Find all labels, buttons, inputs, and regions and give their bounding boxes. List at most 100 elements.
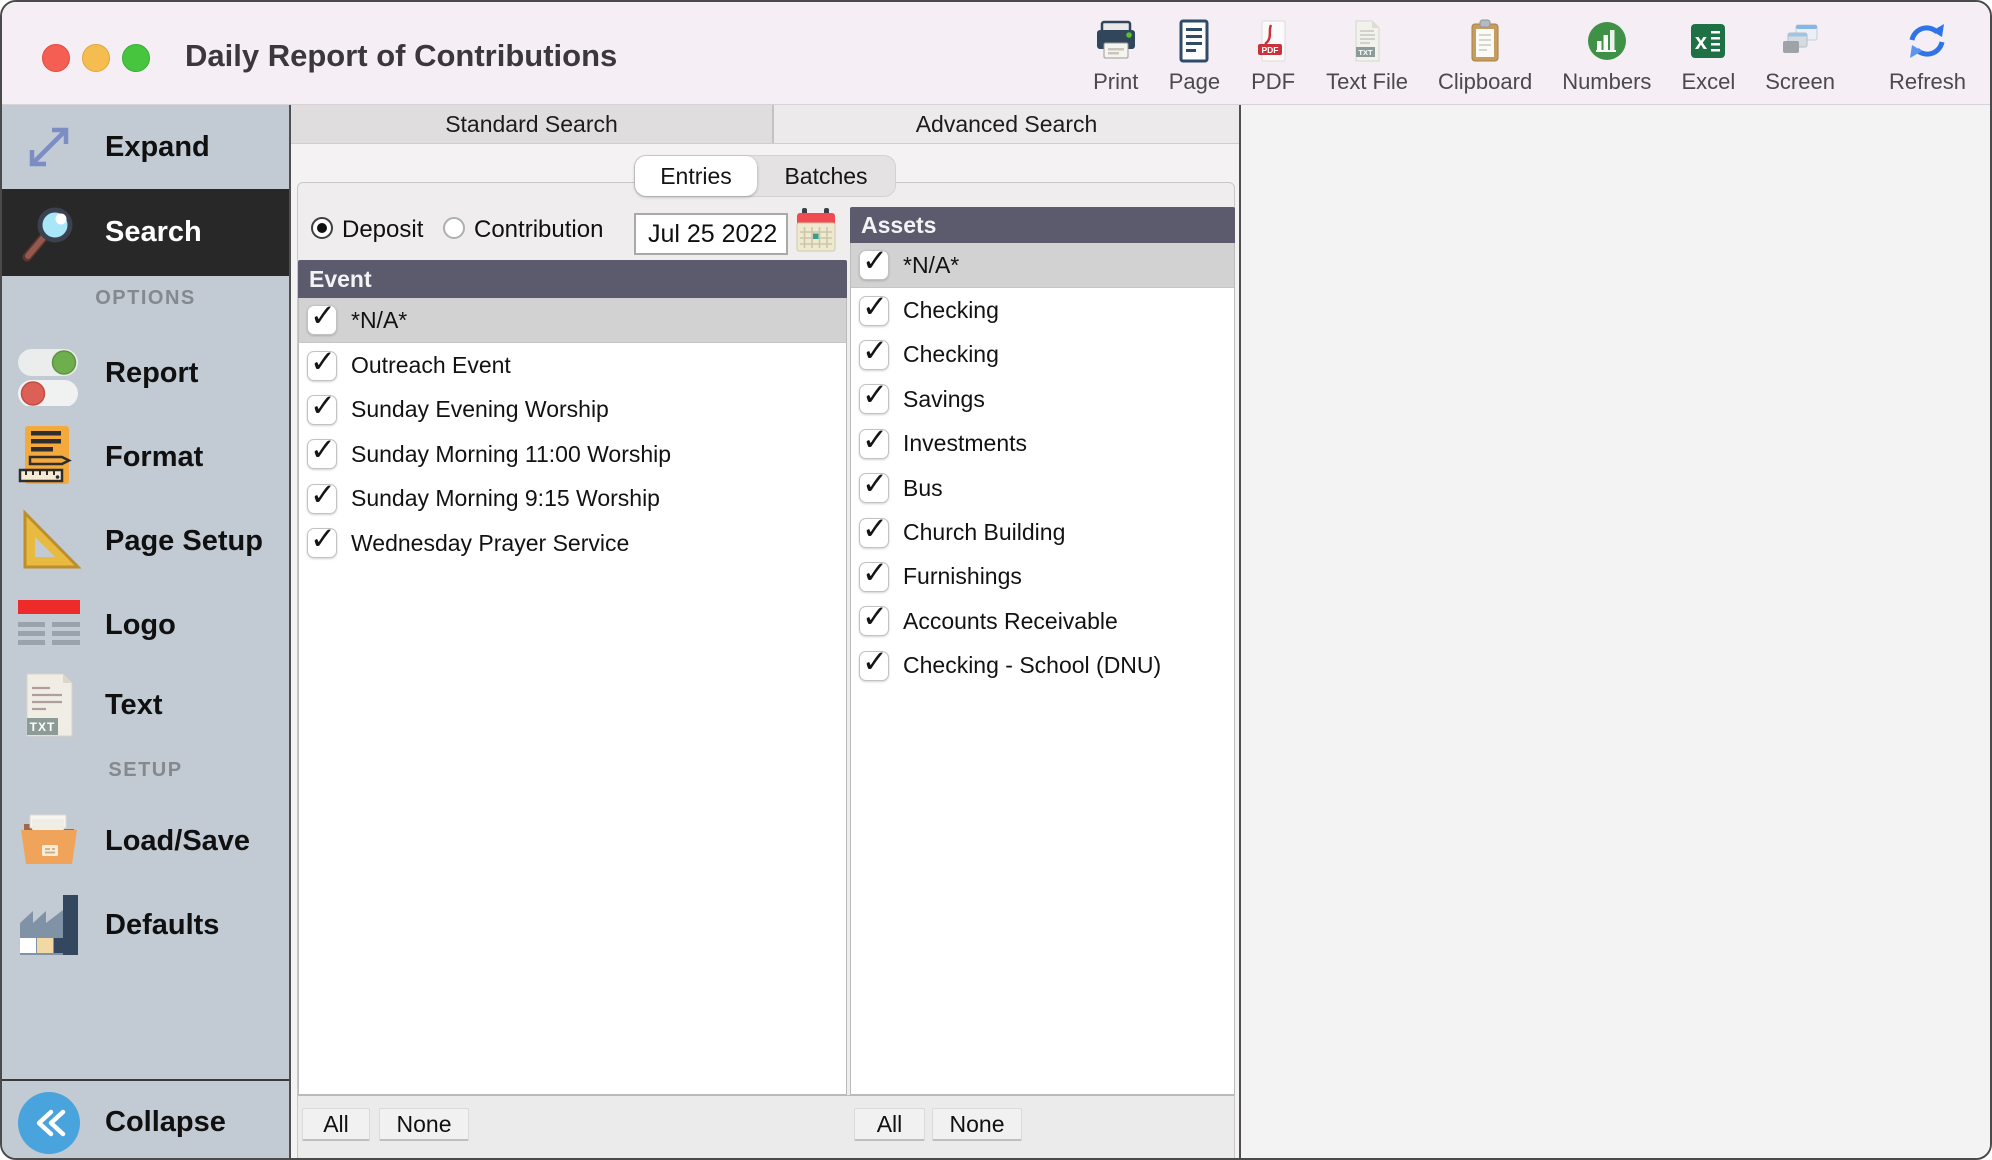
- item-checkbox[interactable]: [859, 606, 889, 636]
- sidebar-item-collapse[interactable]: Collapse: [2, 1083, 289, 1160]
- item-label: Sunday Evening Worship: [351, 396, 609, 423]
- sidebar-section-options: OPTIONS: [2, 287, 289, 310]
- advanced-search-panel: Deposit Contribution: [297, 182, 1235, 1160]
- report-preview-panel: [1239, 105, 1992, 1160]
- assets-select-all-button[interactable]: All: [854, 1108, 925, 1141]
- item-checkbox[interactable]: [307, 305, 337, 335]
- tab-label: Advanced Search: [916, 111, 1098, 138]
- sidebar-item-search[interactable]: Search: [2, 189, 289, 276]
- tool-label: Text File: [1326, 69, 1408, 95]
- list-item[interactable]: Outreach Event: [299, 343, 846, 387]
- item-label: Investments: [903, 430, 1027, 457]
- item-label: Wednesday Prayer Service: [351, 530, 629, 557]
- item-checkbox[interactable]: [859, 473, 889, 503]
- list-item[interactable]: Accounts Receivable: [851, 599, 1234, 643]
- tab-advanced-search[interactable]: Advanced Search: [774, 105, 1239, 143]
- assets-list: *N/A*CheckingCheckingSavingsInvestmentsB…: [850, 243, 1235, 1095]
- svg-text:x: x: [1695, 29, 1708, 54]
- sidebar-item-label: Report: [105, 357, 198, 390]
- event-select-all-button[interactable]: All: [302, 1108, 370, 1141]
- item-checkbox[interactable]: [859, 651, 889, 681]
- item-checkbox[interactable]: [859, 296, 889, 326]
- item-label: Furnishings: [903, 563, 1022, 590]
- list-item[interactable]: Furnishings: [851, 555, 1234, 599]
- item-checkbox[interactable]: [859, 429, 889, 459]
- item-label: *N/A*: [351, 307, 407, 334]
- close-button[interactable]: [42, 44, 70, 72]
- list-item[interactable]: Checking - School (DNU): [851, 644, 1234, 688]
- sidebar-item-expand[interactable]: Expand: [2, 105, 289, 189]
- list-item[interactable]: Sunday Evening Worship: [299, 388, 846, 432]
- page-button[interactable]: Page: [1169, 18, 1220, 95]
- tool-label: PDF: [1251, 69, 1295, 95]
- text-file-button[interactable]: TXT Text File: [1326, 18, 1408, 95]
- tab-label: Standard Search: [445, 111, 618, 138]
- calendar-picker-button[interactable]: [796, 207, 836, 255]
- sidebar-item-logo[interactable]: Logo: [2, 583, 289, 667]
- list-item[interactable]: Sunday Morning 9:15 Worship: [299, 477, 846, 521]
- list-item[interactable]: *N/A*: [851, 243, 1234, 288]
- segment-batches[interactable]: Batches: [757, 156, 895, 196]
- item-checkbox[interactable]: [307, 439, 337, 469]
- pdf-file-icon: PDF: [1250, 18, 1296, 64]
- list-item[interactable]: Investments: [851, 422, 1234, 466]
- pdf-button[interactable]: PDF PDF: [1250, 18, 1296, 95]
- item-checkbox[interactable]: [307, 528, 337, 558]
- list-item[interactable]: *N/A*: [299, 298, 846, 343]
- item-checkbox[interactable]: [859, 340, 889, 370]
- item-label: Checking - School (DNU): [903, 652, 1161, 679]
- page-icon: [1171, 18, 1217, 64]
- item-checkbox[interactable]: [859, 562, 889, 592]
- item-label: Bus: [903, 475, 943, 502]
- excel-button[interactable]: x Excel: [1681, 18, 1735, 95]
- item-checkbox[interactable]: [307, 351, 337, 381]
- item-checkbox[interactable]: [859, 384, 889, 414]
- numbers-chart-icon: [1584, 18, 1630, 64]
- item-checkbox[interactable]: [859, 250, 889, 280]
- event-select-none-button[interactable]: None: [379, 1108, 469, 1141]
- svg-text:TXT: TXT: [30, 720, 56, 734]
- list-item[interactable]: Church Building: [851, 510, 1234, 554]
- item-checkbox[interactable]: [859, 518, 889, 548]
- sidebar-item-defaults[interactable]: Defaults: [2, 883, 289, 967]
- list-item[interactable]: Savings: [851, 377, 1234, 421]
- panel-header-label: Assets: [861, 212, 936, 239]
- factory-icon: [16, 892, 82, 958]
- segment-entries[interactable]: Entries: [635, 156, 757, 196]
- panel-footer: All None All None: [298, 1095, 1234, 1159]
- tab-standard-search[interactable]: Standard Search: [291, 105, 774, 143]
- sidebar-item-label: Load/Save: [105, 825, 250, 858]
- item-checkbox[interactable]: [307, 395, 337, 425]
- item-checkbox[interactable]: [307, 484, 337, 514]
- print-button[interactable]: Print: [1093, 18, 1139, 95]
- date-field[interactable]: [634, 213, 788, 255]
- assets-select-none-button[interactable]: None: [932, 1108, 1022, 1141]
- list-item[interactable]: Wednesday Prayer Service: [299, 521, 846, 565]
- sidebar-item-format[interactable]: Format: [2, 415, 289, 499]
- minimize-button[interactable]: [82, 44, 110, 72]
- txt-document-icon: TXT: [16, 672, 82, 738]
- item-label: *N/A*: [903, 252, 959, 279]
- list-item[interactable]: Bus: [851, 466, 1234, 510]
- set-square-icon: [16, 508, 82, 574]
- list-item[interactable]: Checking: [851, 288, 1234, 332]
- deposit-radio[interactable]: [311, 217, 333, 239]
- list-item[interactable]: Sunday Morning 11:00 Worship: [299, 432, 846, 476]
- sidebar-item-load-save[interactable]: Load/Save: [2, 799, 289, 883]
- clipboard-button[interactable]: Clipboard: [1438, 18, 1532, 95]
- tool-label: Print: [1093, 69, 1138, 95]
- tool-label: Clipboard: [1438, 69, 1532, 95]
- numbers-button[interactable]: Numbers: [1562, 18, 1651, 95]
- zoom-button[interactable]: [122, 44, 150, 72]
- sidebar-item-text[interactable]: TXT Text: [2, 663, 289, 747]
- contribution-radio-label: Contribution: [474, 216, 603, 244]
- refresh-button[interactable]: Refresh: [1889, 18, 1966, 95]
- screen-button[interactable]: Screen: [1765, 18, 1835, 95]
- contribution-radio[interactable]: [443, 217, 465, 239]
- sidebar-item-report[interactable]: Report: [2, 331, 289, 415]
- list-item[interactable]: Checking: [851, 333, 1234, 377]
- sidebar-item-label: Text: [105, 689, 162, 722]
- segment-label: Entries: [660, 163, 732, 190]
- panel-header-label: Event: [309, 266, 372, 293]
- sidebar-item-page-setup[interactable]: Page Setup: [2, 499, 289, 583]
